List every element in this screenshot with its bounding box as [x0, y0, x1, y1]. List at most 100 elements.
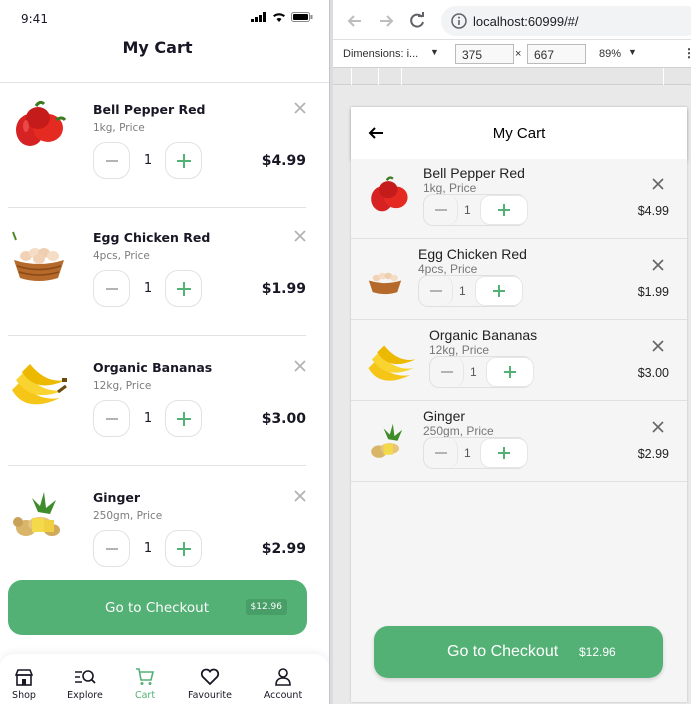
dimensions-dropdown[interactable]: Dimensions: i...: [343, 48, 418, 60]
browser-window: localhost:60999/#/ Dimensions: i... ▼ 37…: [333, 0, 691, 704]
battery-icon: [291, 12, 313, 22]
item-subtitle: 1kg, Price: [93, 122, 145, 134]
close-icon[interactable]: [292, 358, 308, 374]
caret-down-icon[interactable]: ▼: [430, 47, 439, 57]
increase-quantity-button[interactable]: [480, 195, 528, 225]
cart-item: Bell Pepper Red 1kg, Price 1 $4.99: [351, 159, 687, 239]
close-icon[interactable]: [292, 228, 308, 244]
quantity-value: 1: [459, 284, 466, 298]
increase-quantity-button[interactable]: [486, 357, 534, 387]
cart-item: Ginger 250gm, Price 1 $2.99: [8, 468, 306, 596]
nav-label: Favourite: [188, 690, 232, 701]
item-divider: [8, 465, 306, 466]
forward-arrow-icon[interactable]: [376, 11, 396, 31]
egg-basket-image: [368, 272, 402, 295]
item-name: Egg Chicken Red: [418, 246, 527, 262]
devtools-device-toolbar: Dimensions: i... ▼ 375 × 667 89% ▼ ⋮: [333, 40, 691, 68]
plus-icon: [498, 204, 510, 216]
cart-item: Bell Pepper Red 1kg, Price 1 $4.99: [8, 80, 306, 208]
close-icon[interactable]: [651, 258, 665, 272]
minus-icon: [105, 547, 118, 550]
ruler-segment: [378, 68, 379, 85]
ruler-segment: [351, 68, 352, 85]
increase-quantity-button[interactable]: [165, 142, 202, 179]
decrease-quantity-button[interactable]: [424, 195, 458, 225]
store-icon: [15, 669, 33, 686]
minus-icon: [440, 371, 453, 373]
nav-account[interactable]: Account: [253, 668, 313, 701]
reload-icon[interactable]: [407, 11, 427, 31]
quantity-value: 1: [464, 446, 471, 460]
close-icon[interactable]: [292, 100, 308, 116]
close-icon[interactable]: [292, 488, 308, 504]
decrease-quantity-button[interactable]: [93, 142, 130, 179]
decrease-quantity-button[interactable]: [93, 530, 130, 567]
item-subtitle: 4pcs, Price: [93, 250, 150, 262]
status-icons: [251, 12, 313, 22]
nav-favourite[interactable]: Favourite: [180, 668, 240, 701]
decrease-quantity-button[interactable]: [419, 276, 453, 306]
media-query-ruler[interactable]: [333, 68, 691, 85]
item-price: $1.99: [261, 281, 306, 297]
close-icon[interactable]: [651, 177, 665, 191]
zoom-dropdown[interactable]: 89%: [599, 48, 621, 60]
close-icon[interactable]: [651, 420, 665, 434]
cart-item: Egg Chicken Red 4pcs, Price 1 $1.99: [351, 240, 687, 320]
item-subtitle: 12kg, Price: [93, 380, 152, 392]
bell-pepper-image: [371, 176, 408, 212]
quantity-stepper: 1: [423, 194, 528, 226]
checkout-button[interactable]: Go to Checkout $12.96: [374, 626, 663, 678]
plus-icon: [176, 541, 191, 556]
item-name: Ginger: [423, 408, 466, 424]
info-icon[interactable]: [451, 13, 467, 29]
egg-basket-image: [12, 231, 64, 281]
nav-explore[interactable]: Explore: [55, 668, 115, 701]
item-name: Egg Chicken Red: [93, 230, 211, 245]
address-bar[interactable]: localhost:60999/#/: [441, 6, 691, 36]
width-input[interactable]: 375: [455, 44, 514, 64]
status-time: 9:41: [21, 12, 48, 26]
increase-quantity-button[interactable]: [165, 270, 202, 307]
ruler-segment: [663, 68, 664, 85]
quantity-stepper: 1: [423, 437, 528, 469]
decrease-quantity-button[interactable]: [93, 400, 130, 437]
bananas-image: [12, 364, 67, 405]
ruler-segment: [401, 68, 402, 85]
cart-item: Organic Bananas 12kg, Price 1 $3.00: [351, 321, 687, 401]
bottom-nav: Shop Explore Cart Favourite Account: [0, 654, 329, 704]
item-subtitle: 4pcs, Price: [418, 262, 478, 276]
height-input[interactable]: 667: [527, 44, 586, 64]
increase-quantity-button[interactable]: [165, 400, 202, 437]
device-viewport: My Cart Bell Pepper Red 1kg, Price 1 $4.…: [333, 85, 691, 704]
app-screen: My Cart Bell Pepper Red 1kg, Price 1 $4.…: [351, 107, 687, 702]
increase-quantity-button[interactable]: [475, 276, 523, 306]
item-price: $4.99: [637, 204, 669, 218]
item-divider: [8, 335, 306, 336]
browser-toolbar: localhost:60999/#/: [333, 0, 691, 40]
increase-quantity-button[interactable]: [480, 438, 528, 468]
checkout-button[interactable]: Go to Checkout $12.96: [8, 580, 307, 635]
decrease-quantity-button[interactable]: [93, 270, 130, 307]
ginger-image: [13, 492, 60, 536]
decrease-quantity-button[interactable]: [430, 357, 464, 387]
increase-quantity-button[interactable]: [165, 530, 202, 567]
status-bar: 9:41: [0, 0, 329, 36]
caret-down-icon[interactable]: ▼: [628, 47, 637, 57]
checkout-total: $12.96: [579, 645, 616, 659]
phone-design-frame: 9:41 My Cart Bell Pepper Red 1kg, Price …: [0, 0, 329, 704]
nav-shop[interactable]: Shop: [0, 668, 54, 701]
decrease-quantity-button[interactable]: [424, 438, 458, 468]
item-price: $2.99: [637, 447, 669, 461]
close-icon[interactable]: [651, 339, 665, 353]
more-options-icon[interactable]: ⋮: [683, 46, 691, 60]
nav-cart[interactable]: Cart: [115, 668, 175, 701]
bell-pepper-image: [16, 100, 67, 146]
item-subtitle: 250gm, Price: [423, 424, 494, 438]
back-arrow-icon[interactable]: [345, 11, 365, 31]
quantity-value: 1: [470, 365, 477, 379]
item-name: Ginger: [93, 490, 141, 505]
minus-icon: [105, 287, 118, 290]
page-title: My Cart: [122, 38, 193, 57]
item-subtitle: 12kg, Price: [429, 343, 490, 357]
app-bar: My Cart: [351, 107, 687, 159]
